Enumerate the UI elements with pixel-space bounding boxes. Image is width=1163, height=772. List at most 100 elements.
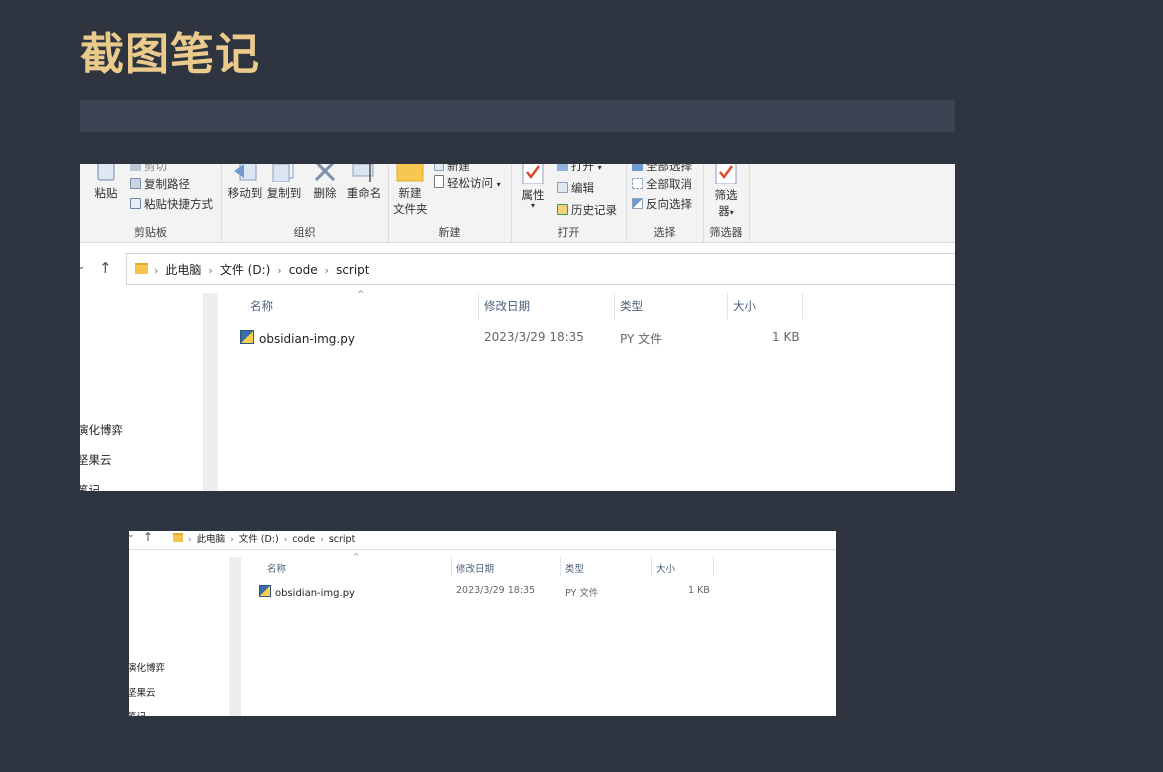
column-divider[interactable] [451, 556, 452, 576]
paste-shortcut-button[interactable]: 粘贴快捷方式 [130, 196, 213, 212]
column-divider[interactable] [614, 293, 615, 319]
file-name-cell[interactable]: obsidian-img.py [240, 330, 355, 346]
new-folder-label-1: 新建 [398, 186, 422, 200]
history-icon [557, 204, 568, 215]
group-label-new: 新建 [438, 226, 461, 239]
copy-path-button[interactable]: 复制路径 [130, 176, 190, 192]
up-arrow-icon[interactable]: ↑ [99, 259, 112, 277]
rename-button[interactable]: 重命名 [345, 164, 383, 201]
breadcrumb-drive-d[interactable]: 文件 (D:) [239, 534, 279, 545]
select-none-button[interactable]: 全部取消 [632, 176, 692, 192]
sort-ascending-icon: ^ [357, 290, 365, 300]
explorer-screenshot-large: 粘贴 剪切 复制路径 粘贴快捷方式 剪贴板 移动到 复制到 删除 重命名 组织 … [80, 164, 955, 491]
cut-button[interactable]: 剪切 [130, 164, 167, 174]
select-all-icon [632, 164, 643, 171]
new-folder-label-2: 文件夹 [393, 202, 428, 216]
breadcrumb-this-pc[interactable]: 此电脑 [197, 534, 226, 545]
easy-access-icon [434, 175, 444, 188]
column-divider[interactable] [651, 556, 652, 576]
nav-item-evolution-game[interactable]: 演化博弈 [129, 660, 165, 674]
nav-item-evolution-game[interactable]: 演化博弈 [80, 422, 123, 438]
copy-to-button[interactable]: 复制到 [265, 164, 303, 201]
column-divider[interactable] [802, 293, 803, 319]
recent-dropdown-icon[interactable]: ⌄ [80, 261, 85, 272]
filter-check-icon [715, 164, 737, 184]
invert-selection-label: 反向选择 [646, 197, 692, 211]
column-header-name[interactable]: 名称 [267, 561, 286, 575]
edit-button[interactable]: 编辑 [557, 180, 594, 196]
filter-button[interactable]: 筛选 器▾ [710, 164, 742, 219]
column-header-modified[interactable]: 修改日期 [484, 298, 530, 314]
navigation-scrollbar[interactable] [229, 557, 241, 716]
new-item-icon [434, 164, 444, 171]
filter-label-2-row: 器▾ [710, 203, 742, 219]
new-folder-button[interactable]: 新建 文件夹 [393, 164, 428, 217]
column-header-size[interactable]: 大小 [733, 298, 756, 314]
breadcrumb-script[interactable]: script [336, 263, 369, 277]
breadcrumb-drive-d[interactable]: 文件 (D:) [220, 263, 270, 277]
file-name-cell[interactable]: obsidian-img.py [259, 585, 355, 599]
delete-label: 删除 [313, 186, 337, 200]
clipboard-icon [97, 164, 115, 181]
explorer-screenshot-small: ⌄ ↑ › 此电脑 › 文件 (D:) › code › script 演化博弈 坚果云 笔记… [129, 531, 836, 716]
address-row: ⌄ ↑ › 此电脑 › 文件 (D:) › code › script [80, 252, 955, 286]
new-item-button[interactable]: 新建 [434, 164, 470, 174]
file-type-cell: PY 文件 [565, 588, 599, 599]
column-header-type[interactable]: 类型 [565, 561, 584, 575]
breadcrumb-this-pc[interactable]: 此电脑 [165, 263, 201, 277]
address-bar[interactable]: › 此电脑 › 文件 (D:) › code › script [126, 253, 955, 285]
nav-item-notes[interactable]: 笔记 [80, 482, 100, 491]
file-type-cell: PY 文件 [620, 332, 663, 346]
column-divider[interactable] [560, 556, 561, 576]
history-button[interactable]: 历史记录 [557, 202, 617, 218]
file-modified-cell: 2023/3/29 18:35 [484, 330, 584, 344]
paste-label: 粘贴 [94, 186, 118, 200]
open-label: 打开 [571, 164, 594, 173]
breadcrumb-code[interactable]: code [292, 534, 315, 545]
column-header-modified[interactable]: 修改日期 [456, 561, 494, 575]
paste-button[interactable]: 粘贴 [94, 164, 118, 201]
breadcrumb-code[interactable]: code [289, 263, 318, 277]
new-folder-icon [396, 164, 424, 182]
nav-item-jianguoyun[interactable]: 坚果云 [80, 452, 112, 468]
nav-item-notes[interactable]: 笔记 [129, 709, 146, 716]
move-to-label: 移动到 [227, 186, 263, 200]
group-label-select: 选择 [653, 226, 676, 239]
delete-button[interactable]: 删除 [309, 164, 341, 201]
ribbon-group-clipboard: 粘贴 剪切 复制路径 粘贴快捷方式 剪贴板 [80, 164, 222, 242]
cut-label: 剪切 [144, 164, 167, 173]
breadcrumb-separator: › [154, 264, 159, 277]
open-button[interactable]: 打开 ▾ [557, 164, 602, 174]
file-name: obsidian-img.py [275, 588, 355, 599]
recent-dropdown-icon[interactable]: ⌄ [129, 531, 135, 540]
new-item-label: 新建 [447, 164, 470, 173]
folder-icon [135, 263, 148, 274]
delete-x-icon [314, 164, 336, 182]
sort-ascending-icon: ^ [353, 552, 360, 561]
move-to-button[interactable]: 移动到 [226, 164, 264, 201]
folder-icon [173, 533, 183, 542]
nav-item-jianguoyun[interactable]: 坚果云 [129, 685, 156, 699]
column-divider[interactable] [478, 293, 479, 319]
breadcrumb-script[interactable]: script [329, 534, 355, 545]
column-header-type[interactable]: 类型 [620, 298, 643, 314]
column-header-size[interactable]: 大小 [656, 561, 675, 575]
up-arrow-icon[interactable]: ↑ [143, 531, 153, 544]
invert-selection-button[interactable]: 反向选择 [632, 196, 692, 212]
python-file-icon [259, 585, 271, 597]
python-file-icon [240, 330, 254, 344]
file-modified-cell: 2023/3/29 18:35 [456, 585, 536, 596]
column-divider[interactable] [713, 556, 714, 576]
select-all-button[interactable]: 全部选择 [632, 164, 692, 174]
rename-label: 重命名 [346, 186, 382, 200]
navigation-scrollbar[interactable] [203, 293, 218, 491]
breadcrumb-separator: › [208, 264, 213, 277]
move-to-icon [234, 164, 257, 181]
ribbon: 粘贴 剪切 复制路径 粘贴快捷方式 剪贴板 移动到 复制到 删除 重命名 组织 … [80, 164, 955, 243]
invert-selection-icon [632, 198, 643, 209]
properties-button[interactable]: 属性 ▾ [518, 164, 548, 210]
column-header-name[interactable]: 名称 [250, 298, 273, 314]
breadcrumb[interactable]: › 此电脑 › 文件 (D:) › code › script [173, 531, 355, 545]
easy-access-button[interactable]: 轻松访问 ▾ [434, 175, 501, 191]
column-divider[interactable] [727, 293, 728, 319]
